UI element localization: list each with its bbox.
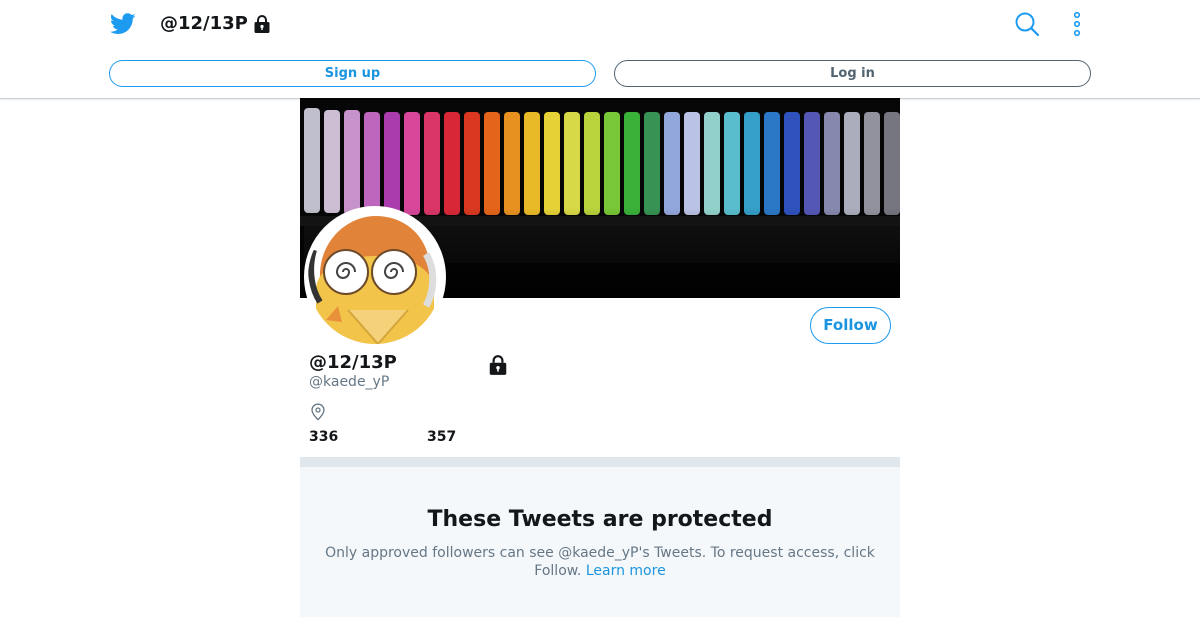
display-name: @12/13P <box>309 352 397 373</box>
following-count[interactable]: 336 <box>309 429 338 445</box>
profile-column: Follow @12/13P @kaede_yP 336 357 These T… <box>300 98 900 630</box>
sign-up-button[interactable]: Sign up <box>109 60 596 87</box>
log-in-button[interactable]: Log in <box>614 60 1091 87</box>
twitter-bird-icon[interactable] <box>110 12 136 36</box>
section-divider <box>300 457 900 467</box>
top-header: @12/13P Sign up Log in <box>0 0 1200 99</box>
protected-body: Only approved followers can see @kaede_y… <box>320 544 880 580</box>
protected-lock-icon <box>489 355 507 375</box>
user-handle: @kaede_yP <box>309 374 390 390</box>
follow-button[interactable]: Follow <box>810 307 891 344</box>
avatar[interactable] <box>304 206 446 348</box>
protected-heading: These Tweets are protected <box>427 507 773 532</box>
followers-count[interactable]: 357 <box>427 429 456 445</box>
header-title: @12/13P <box>160 13 272 34</box>
protected-tweets-notice: These Tweets are protected Only approved… <box>300 467 900 617</box>
header-title-text: @12/13P <box>160 13 248 34</box>
avatar-character-graphic <box>308 210 442 344</box>
location-pin-icon <box>311 403 325 421</box>
more-vertical-icon[interactable] <box>1068 11 1086 37</box>
learn-more-link[interactable]: Learn more <box>586 563 666 579</box>
lock-icon <box>254 14 270 33</box>
search-icon[interactable] <box>1014 11 1040 37</box>
